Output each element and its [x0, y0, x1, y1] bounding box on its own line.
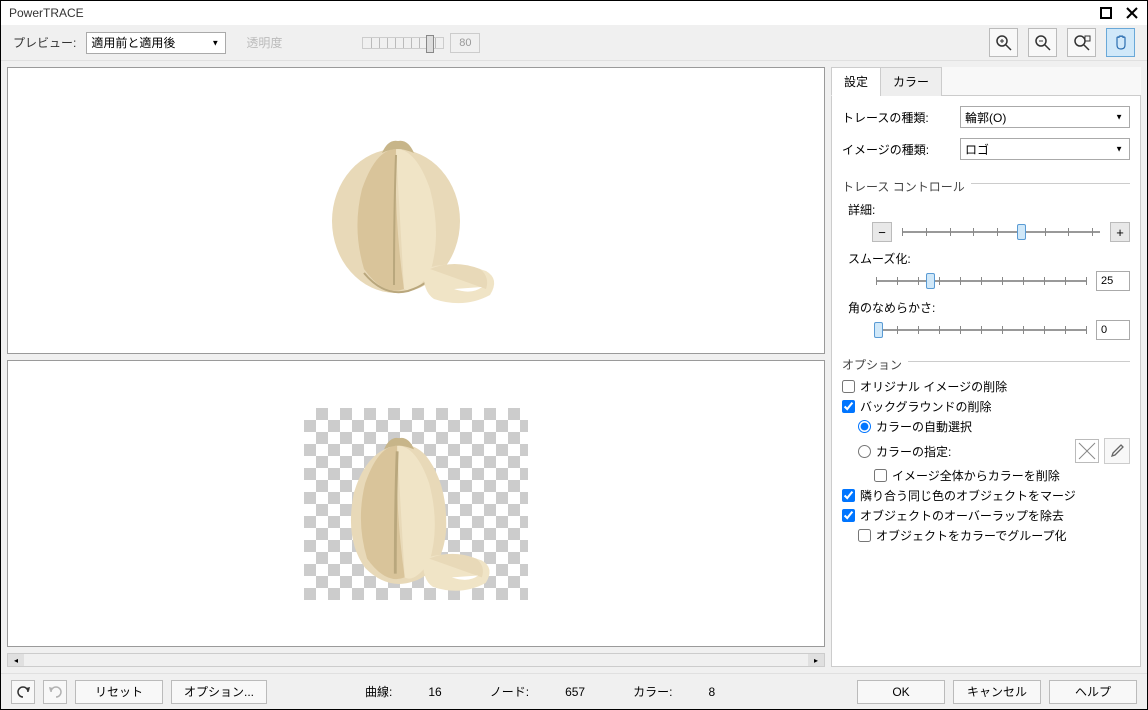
nodes-value: 657: [565, 685, 585, 699]
cancel-button[interactable]: キャンセル: [953, 680, 1041, 704]
detail-slider[interactable]: [902, 231, 1100, 233]
slider-handle[interactable]: [1017, 224, 1026, 240]
chevron-down-icon: ▼: [1115, 145, 1123, 154]
opt-delete-bg-label: バックグラウンドの削除: [860, 398, 992, 415]
corner-label: 角のなめらかさ:: [848, 299, 1130, 316]
opt-specify-color[interactable]: カラーの指定:: [858, 438, 1130, 464]
checkbox[interactable]: [874, 469, 887, 482]
preview-mode-value: 適用前と適用後: [91, 34, 175, 51]
close-button[interactable]: [1125, 6, 1139, 20]
opt-remove-overlap-label: オブジェクトのオーバーラップを除去: [860, 507, 1064, 524]
preview-label: プレビュー:: [13, 34, 76, 51]
tab-color[interactable]: カラー: [880, 67, 942, 96]
opt-delete-original[interactable]: オリジナル イメージの削除: [842, 378, 1130, 395]
toolbar: プレビュー: 適用前と適用後 ▼ 透明度 80: [1, 25, 1147, 61]
trace-control-header: トレース コントロール: [842, 178, 965, 195]
scroll-right-button[interactable]: ▸: [808, 654, 824, 666]
help-button[interactable]: ヘルプ: [1049, 680, 1137, 704]
opt-auto-color-label: カラーの自動選択: [876, 418, 972, 435]
checkbox[interactable]: [842, 400, 855, 413]
colors-value: 8: [708, 685, 715, 699]
titlebar: PowerTRACE: [1, 1, 1147, 25]
undo-button[interactable]: [11, 680, 35, 704]
preview-mode-dropdown[interactable]: 適用前と適用後 ▼: [86, 32, 226, 54]
slider-handle[interactable]: [426, 35, 434, 53]
garlic-image-after: [304, 408, 528, 600]
options-header: オプション: [842, 356, 902, 373]
tab-settings[interactable]: 設定: [831, 67, 881, 96]
curves-value: 16: [428, 685, 441, 699]
trace-type-value: 輪郭(O): [965, 111, 1006, 125]
chevron-down-icon: ▼: [1115, 113, 1123, 122]
opt-merge-same[interactable]: 隣り合う同じ色のオブジェクトをマージ: [842, 487, 1130, 504]
corner-value[interactable]: 0: [1096, 320, 1130, 340]
smoothing-label: スムーズ化:: [848, 250, 1130, 267]
transparency-label: 透明度: [246, 34, 282, 51]
color-swatch[interactable]: [1075, 439, 1099, 463]
options-button[interactable]: オプション...: [171, 680, 267, 704]
zoom-fit-button[interactable]: [1067, 28, 1096, 57]
checkbox[interactable]: [842, 489, 855, 502]
detail-label: 詳細:: [848, 201, 1130, 218]
colors-label: カラー:: [633, 683, 672, 700]
opt-delete-original-label: オリジナル イメージの削除: [860, 378, 1007, 395]
slider-handle[interactable]: [926, 273, 935, 289]
maximize-button[interactable]: [1099, 6, 1113, 20]
opt-specify-color-label: カラーの指定:: [876, 443, 951, 460]
redo-button[interactable]: [43, 680, 67, 704]
zoom-out-button[interactable]: [1028, 28, 1057, 57]
tabs: 設定 カラー: [831, 67, 1141, 96]
chevron-down-icon: ▼: [211, 38, 219, 47]
checkbox[interactable]: [842, 509, 855, 522]
radio[interactable]: [858, 420, 871, 433]
transparency-value[interactable]: 80: [450, 33, 480, 53]
smoothing-slider[interactable]: [876, 280, 1086, 282]
trace-type-label: トレースの種類:: [842, 109, 952, 126]
slider-handle[interactable]: [874, 322, 883, 338]
settings-panel: トレースの種類: 輪郭(O) ▼ イメージの種類: ロゴ ▼ トレース コントロ…: [831, 96, 1141, 667]
ok-button[interactable]: OK: [857, 680, 945, 704]
checkbox[interactable]: [842, 380, 855, 393]
image-type-dropdown[interactable]: ロゴ ▼: [960, 138, 1130, 160]
opt-remove-from-image-label: イメージ全体からカラーを削除: [892, 467, 1060, 484]
eyedropper-button[interactable]: [1104, 438, 1130, 464]
preview-after[interactable]: [7, 360, 825, 647]
reset-button[interactable]: リセット: [75, 680, 163, 704]
opt-merge-same-label: 隣り合う同じ色のオブジェクトをマージ: [860, 487, 1076, 504]
nodes-label: ノード:: [490, 683, 529, 700]
zoom-in-button[interactable]: [989, 28, 1018, 57]
scroll-left-button[interactable]: ◂: [8, 654, 24, 666]
opt-delete-bg[interactable]: バックグラウンドの削除: [842, 398, 1130, 415]
trace-type-dropdown[interactable]: 輪郭(O) ▼: [960, 106, 1130, 128]
image-type-label: イメージの種類:: [842, 141, 952, 158]
transparency-slider[interactable]: [362, 37, 444, 49]
preview-before[interactable]: [7, 67, 825, 354]
smoothing-value[interactable]: 25: [1096, 271, 1130, 291]
image-type-value: ロゴ: [965, 143, 989, 157]
curves-label: 曲線:: [365, 683, 392, 700]
footer: リセット オプション... 曲線: 16 ノード: 657 カラー: 8 OK …: [1, 673, 1147, 709]
opt-group-by-color-label: オブジェクトをカラーでグループ化: [876, 527, 1067, 544]
radio[interactable]: [858, 445, 871, 458]
detail-plus-button[interactable]: +: [1110, 222, 1130, 242]
pan-button[interactable]: [1106, 28, 1135, 57]
detail-minus-button[interactable]: −: [872, 222, 892, 242]
opt-remove-from-image[interactable]: イメージ全体からカラーを削除: [874, 467, 1130, 484]
window-title: PowerTRACE: [9, 6, 1099, 20]
garlic-image-before: [304, 109, 528, 313]
corner-slider[interactable]: [876, 329, 1086, 331]
horizontal-scrollbar[interactable]: ◂ ▸: [7, 653, 825, 667]
checkbox[interactable]: [858, 529, 871, 542]
opt-auto-color[interactable]: カラーの自動選択: [858, 418, 1130, 435]
opt-remove-overlap[interactable]: オブジェクトのオーバーラップを除去: [842, 507, 1130, 524]
opt-group-by-color[interactable]: オブジェクトをカラーでグループ化: [858, 527, 1130, 544]
